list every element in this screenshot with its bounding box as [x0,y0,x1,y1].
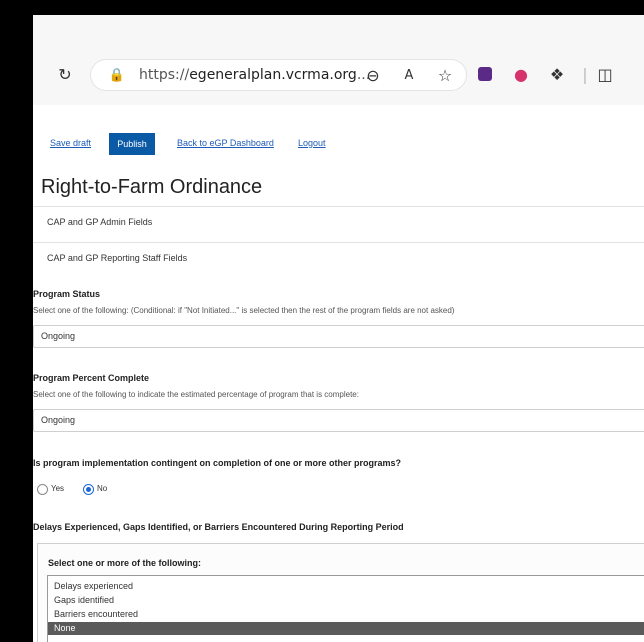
contingent-yes-label: Yes [51,484,65,493]
logout-link[interactable]: Logout [298,138,326,148]
contingent-no-radio[interactable] [83,484,94,495]
delays-listbox[interactable]: Delays experienced Gaps identified Barri… [47,575,644,642]
browser-window: ↻ 🔒 https://egeneralplan.vcrma.org... ⊖ … [33,15,644,642]
contingent-label: Is program implementation contingent on … [33,458,402,468]
delays-select-label: Select one or more of the following: [48,558,202,568]
section-admin-fields[interactable]: CAP and GP Admin Fields [33,206,644,239]
extension-icon[interactable] [473,62,497,86]
back-to-dashboard-link[interactable]: Back to eGP Dashboard [177,138,274,148]
read-aloud-icon[interactable]: A [397,63,421,87]
page-title: Right-to-Farm Ordinance [41,176,263,198]
browser-toolbar: ↻ 🔒 https://egeneralplan.vcrma.org... ⊖ … [33,15,644,105]
delays-option[interactable]: Barriers encountered [48,608,644,621]
program-status-help: Select one of the following: (Conditiona… [33,306,455,315]
delays-option-selected[interactable]: None [48,622,644,635]
delays-label: Delays Experienced, Gaps Identified, or … [33,522,404,532]
puzzle-extensions-icon[interactable]: ❖ [545,62,569,86]
reload-icon[interactable]: ↻ [53,62,77,86]
program-status-select[interactable]: Ongoing [33,325,644,348]
url-text: https://egeneralplan.vcrma.org... [139,67,371,83]
delays-option[interactable]: Delays experienced [48,580,644,593]
save-draft-link[interactable]: Save draft [50,138,91,148]
section-reporting-staff-fields[interactable]: CAP and GP Reporting Staff Fields [33,242,644,275]
split-screen-icon[interactable]: ◫ [593,62,617,86]
delays-option[interactable]: Gaps identified [48,594,644,607]
zoom-icon[interactable]: ⊖ [361,63,385,87]
site-info-icon[interactable]: 🔒 [105,63,129,87]
contingent-no-label: No [97,484,108,493]
program-status-label: Program Status [33,289,101,299]
publish-button[interactable]: Publish [109,133,155,155]
extension-pink-icon[interactable]: ● [509,62,533,86]
percent-complete-select[interactable]: Ongoing [33,409,644,432]
favorite-star-icon[interactable]: ☆ [433,63,457,87]
percent-complete-label: Program Percent Complete [33,373,150,383]
address-bar[interactable]: 🔒 https://egeneralplan.vcrma.org... ⊖ A … [91,60,466,90]
percent-complete-help: Select one of the following to indicate … [33,390,359,399]
contingent-yes-radio[interactable] [37,484,48,495]
